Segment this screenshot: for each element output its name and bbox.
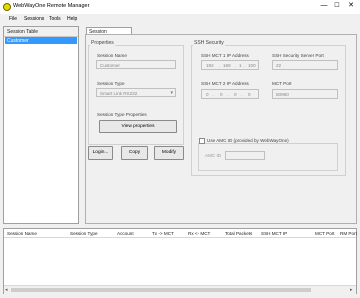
- session-type-select[interactable]: Smart Link RS232 ▾: [96, 88, 176, 97]
- column-session-name[interactable]: Session Name: [7, 231, 37, 236]
- window-title: WebWayOne Remote Manager: [13, 3, 90, 9]
- ssh-mct1-ip-field[interactable]: 192 . 168 . 1 . 100: [201, 60, 259, 70]
- menu-file[interactable]: File: [9, 16, 17, 22]
- mct-port-field[interactable]: 50960: [272, 89, 338, 99]
- app-logo-icon: [3, 3, 11, 11]
- use-amc-id-label: Use AMC ID (provided by WebWayOne): [206, 138, 290, 143]
- session-table-header: Session Table: [4, 27, 78, 37]
- ip-dot: .: [241, 92, 243, 97]
- use-amc-id-checkbox[interactable]: [199, 138, 205, 144]
- modify-button[interactable]: Modify: [154, 146, 184, 160]
- session-type-value: Smart Link RS232: [100, 91, 138, 96]
- ip-octet: 192: [206, 63, 214, 68]
- mct-port-value: 50960: [276, 92, 289, 97]
- scroll-right-icon[interactable]: ▸: [350, 287, 353, 293]
- scroll-left-icon[interactable]: ◂: [5, 287, 8, 293]
- ssh-mct2-ip-label: SSH MCT 2 IP Address: [201, 81, 249, 86]
- ssh-mct2-ip-field[interactable]: 0 . 0 . 0 . 0: [201, 89, 259, 99]
- ssh-server-port-label: SSH Security Server Port: [272, 53, 324, 58]
- horizontal-scrollbar[interactable]: ◂ ▸: [4, 285, 356, 294]
- properties-group-label: Properties: [90, 40, 115, 46]
- minimize-button[interactable]: —: [318, 1, 330, 11]
- session-table-title: Session Table: [7, 29, 39, 35]
- mct-port-label: MCT Port: [272, 81, 292, 86]
- close-button[interactable]: ✕: [345, 1, 357, 11]
- column-rx-mct[interactable]: Rx <- MCT: [188, 231, 210, 236]
- ssh-security-group-label: SSH Security: [193, 40, 225, 46]
- copy-button[interactable]: Copy: [121, 146, 148, 160]
- ip-octet: 0: [234, 92, 237, 97]
- ip-dot: .: [227, 92, 229, 97]
- maximize-button[interactable]: ☐: [331, 1, 343, 11]
- ip-octet: 1: [239, 63, 242, 68]
- session-name-label: Session Name: [97, 53, 127, 58]
- table-header: Session Name Session Type Account Tx -> …: [4, 229, 357, 238]
- session-list-item[interactable]: Customer: [5, 37, 77, 44]
- column-mct-port[interactable]: MCT Port: [315, 231, 335, 236]
- column-session-type[interactable]: Session Type: [70, 231, 98, 236]
- scrollbar-thumb[interactable]: [11, 288, 311, 292]
- chevron-down-icon: ▾: [170, 90, 173, 96]
- ip-octet: 0: [206, 92, 209, 97]
- ip-dot: .: [244, 63, 246, 68]
- title-bar: WebWayOne Remote Manager — ☐ ✕: [0, 0, 360, 14]
- ssh-server-port-value: 22: [276, 63, 282, 68]
- session-list-item-label: Customer: [7, 38, 29, 44]
- session-type-properties-label: Session Type Properties: [97, 112, 147, 117]
- menu-help[interactable]: Help: [67, 16, 77, 22]
- ip-octet: 0: [220, 92, 223, 97]
- amc-id-field[interactable]: [225, 151, 265, 160]
- session-table-panel: Session Table Customer: [3, 26, 79, 224]
- ssh-server-port-field[interactable]: 22: [272, 60, 338, 70]
- ip-octet: 168: [223, 63, 231, 68]
- view-properties-button[interactable]: View properties: [99, 120, 177, 133]
- ip-octet: 0: [248, 92, 251, 97]
- ssh-mct1-ip-label: SSH MCT 1 IP Address: [201, 53, 249, 58]
- column-rm-port[interactable]: RM Port: [340, 231, 357, 236]
- session-type-label: Session Type: [97, 81, 125, 86]
- menu-tools[interactable]: Tools: [49, 16, 61, 22]
- column-account[interactable]: Account: [117, 231, 134, 236]
- column-tx-mct[interactable]: Tx -> MCT: [152, 231, 174, 236]
- menu-sessions[interactable]: Sessions: [24, 16, 44, 22]
- column-total-packets[interactable]: Total Packets: [225, 231, 252, 236]
- connections-table: Session Name Session Type Account Tx -> …: [3, 228, 357, 294]
- ip-dot: .: [213, 92, 215, 97]
- session-name-value: Customer: [100, 63, 120, 68]
- session-name-field[interactable]: Customer: [96, 60, 176, 69]
- column-ssh-mct-ip[interactable]: SSH MCT IP: [261, 231, 287, 236]
- ip-dot: .: [235, 63, 237, 68]
- login-button[interactable]: Login...: [88, 146, 113, 160]
- ip-octet: 100: [248, 63, 256, 68]
- amc-id-label: AMC ID: [205, 153, 222, 158]
- ip-dot: .: [219, 63, 221, 68]
